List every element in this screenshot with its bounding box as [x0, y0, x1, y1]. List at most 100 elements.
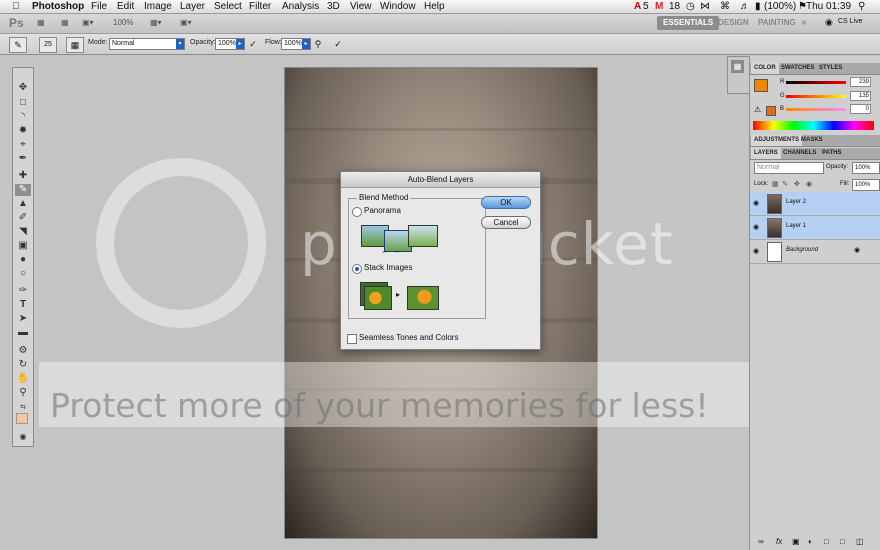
- apple-menu-icon[interactable]: : [12, 0, 20, 13]
- eyedropper-tool-icon[interactable]: ✒: [15, 153, 31, 165]
- add-mask-icon[interactable]: ▣: [792, 537, 800, 546]
- visibility-eye-icon[interactable]: ◉: [753, 199, 759, 207]
- panorama-label[interactable]: Panorama: [364, 206, 401, 215]
- layer-opacity-field[interactable]: 100%: [852, 162, 880, 174]
- pressure-size-icon[interactable]: ✓: [330, 37, 346, 51]
- 3d-rotate-tool-icon[interactable]: ⚙: [15, 345, 31, 357]
- histogram-panel-icon[interactable]: ▦: [731, 60, 744, 73]
- layer-name[interactable]: Layer 2: [786, 199, 806, 205]
- menu-edit[interactable]: Edit: [117, 0, 134, 13]
- time-machine-icon[interactable]: ◷: [686, 0, 695, 13]
- gradient-tool-icon[interactable]: ▣: [15, 240, 31, 252]
- layer-blend-mode-select[interactable]: Normal: [754, 162, 824, 174]
- layer-name[interactable]: Layer 1: [786, 223, 806, 229]
- stack-images-radio[interactable]: [352, 264, 362, 274]
- foreground-color-swatch[interactable]: [16, 413, 28, 424]
- new-group-icon[interactable]: □: [824, 537, 829, 546]
- menu-filter[interactable]: Filter: [249, 0, 271, 13]
- bridge-icon[interactable]: ▦: [37, 17, 45, 29]
- lock-transparency-icon[interactable]: ▦: [772, 180, 779, 188]
- blur-tool-icon[interactable]: ●: [15, 254, 31, 266]
- tab-channels[interactable]: CHANNELS: [780, 148, 819, 159]
- menu-image[interactable]: Image: [144, 0, 172, 13]
- battery-icon[interactable]: ▮: [755, 0, 761, 13]
- crop-tool-icon[interactable]: ⌖: [15, 139, 31, 151]
- dodge-tool-icon[interactable]: ○: [15, 268, 31, 280]
- view-extras-icon[interactable]: ▣▾: [82, 17, 94, 29]
- quick-mask-icon[interactable]: ◉: [15, 431, 31, 443]
- menu-app-name[interactable]: Photoshop: [32, 0, 84, 13]
- menu-view[interactable]: View: [350, 0, 372, 13]
- lock-all-icon[interactable]: ◉: [806, 180, 812, 188]
- clone-stamp-tool-icon[interactable]: ▲: [15, 198, 31, 210]
- clock[interactable]: Thu 01:39: [806, 0, 851, 13]
- pen-tool-icon[interactable]: ✑: [15, 285, 31, 297]
- b-slider[interactable]: [786, 108, 846, 111]
- layer-style-icon[interactable]: fx: [776, 537, 782, 546]
- foreground-color-chip[interactable]: [754, 79, 768, 92]
- lasso-tool-icon[interactable]: ◝: [15, 111, 31, 123]
- more-workspaces-button[interactable]: »: [795, 16, 813, 30]
- lock-pixels-icon[interactable]: ✎: [782, 180, 788, 188]
- wifi-icon[interactable]: ⌘: [720, 0, 730, 13]
- adjustment-layer-icon[interactable]: ◐: [808, 537, 813, 546]
- spotlight-icon[interactable]: ⚲: [858, 0, 865, 13]
- tab-swatches[interactable]: SWATCHES: [778, 63, 818, 74]
- brush-preset-icon[interactable]: ✎: [9, 37, 27, 53]
- workspace-essentials[interactable]: ESSENTIALS: [657, 16, 720, 30]
- tab-adjustments[interactable]: ADJUSTMENTS: [751, 135, 803, 146]
- mini-bridge-icon[interactable]: ▦: [61, 17, 69, 29]
- hand-tool-icon[interactable]: ✋: [15, 373, 31, 385]
- mode-select[interactable]: Normal ▾: [109, 38, 185, 50]
- menu-analysis[interactable]: Analysis: [282, 0, 319, 13]
- seamless-tones-checkbox[interactable]: [347, 334, 357, 344]
- menu-file[interactable]: File: [91, 0, 107, 13]
- link-layers-icon[interactable]: ∞: [758, 537, 764, 546]
- brush-tool-icon[interactable]: ✎: [15, 184, 31, 196]
- cs-live-button[interactable]: CS Live: [838, 18, 863, 25]
- r-value[interactable]: 239: [850, 77, 871, 87]
- zoom-level[interactable]: 100%: [113, 17, 133, 29]
- screen-mode-icon[interactable]: ▣▾: [180, 17, 192, 29]
- type-tool-icon[interactable]: T: [15, 299, 31, 311]
- cs-live-icon[interactable]: ◉: [825, 17, 833, 28]
- b-value[interactable]: 0: [850, 104, 871, 114]
- lock-position-icon[interactable]: ✥: [794, 180, 800, 188]
- menu-select[interactable]: Select: [214, 0, 242, 13]
- mail-icon[interactable]: M: [655, 0, 663, 13]
- gamut-color-chip[interactable]: [766, 106, 776, 116]
- panorama-radio[interactable]: [352, 207, 362, 217]
- marquee-tool-icon[interactable]: □: [15, 97, 31, 109]
- fill-field[interactable]: 100%: [852, 179, 880, 191]
- gamut-warning-icon[interactable]: ⚠: [754, 105, 761, 114]
- new-layer-icon[interactable]: □: [840, 537, 845, 546]
- workspace-design[interactable]: DESIGN: [712, 16, 755, 30]
- tab-color[interactable]: COLOR: [751, 63, 779, 74]
- g-value[interactable]: 135: [850, 91, 871, 101]
- spot-healing-tool-icon[interactable]: ✚: [15, 170, 31, 182]
- visibility-eye-icon[interactable]: ◉: [753, 223, 759, 231]
- color-ramp[interactable]: [753, 121, 874, 130]
- seamless-tones-label[interactable]: Seamless Tones and Colors: [359, 333, 458, 342]
- layer-row[interactable]: ◉ Background ◉: [750, 240, 880, 264]
- flow-field[interactable]: 100% ▸: [281, 38, 311, 50]
- layer-name[interactable]: Background: [786, 247, 818, 253]
- layer-row[interactable]: ◉ Layer 1: [750, 216, 880, 240]
- layer-row[interactable]: ◉ Layer 2: [750, 192, 880, 216]
- visibility-eye-icon[interactable]: ◉: [753, 247, 759, 255]
- pressure-opacity-icon[interactable]: ✓: [245, 37, 261, 51]
- menu-layer[interactable]: Layer: [180, 0, 205, 13]
- airbrush-icon[interactable]: ⚲: [310, 37, 326, 51]
- volume-icon[interactable]: ♬: [740, 0, 750, 13]
- 3d-orbit-tool-icon[interactable]: ↻: [15, 359, 31, 371]
- shape-tool-icon[interactable]: ▬: [15, 327, 31, 339]
- quick-selection-tool-icon[interactable]: ✹: [15, 125, 31, 137]
- cancel-button[interactable]: Cancel: [481, 216, 531, 229]
- adobe-icon[interactable]: A: [634, 0, 641, 13]
- path-selection-tool-icon[interactable]: ➤: [15, 313, 31, 325]
- stack-images-label[interactable]: Stack Images: [364, 263, 412, 272]
- delete-layer-icon[interactable]: ◫: [856, 537, 864, 546]
- tab-styles[interactable]: STYLES: [816, 63, 845, 74]
- tab-paths[interactable]: PATHS: [819, 148, 844, 159]
- tab-masks[interactable]: MASKS: [798, 135, 826, 146]
